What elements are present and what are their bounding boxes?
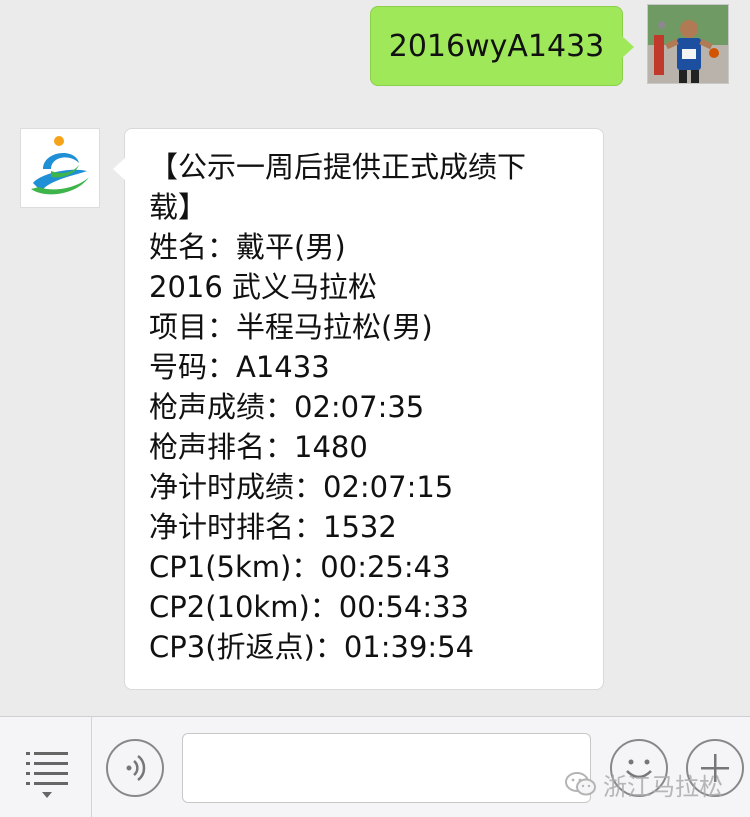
- gun-rank-line: 枪声排名：1480: [149, 430, 368, 464]
- sent-message-text: 2016wyA1433: [388, 28, 605, 64]
- net-rank-line: 净计时排名：1532: [149, 510, 397, 544]
- marathon-logo-icon: [31, 136, 89, 195]
- checkpoint-1-line: CP1(5km)：00:25:43: [149, 550, 451, 584]
- wechat-icon: [565, 772, 596, 796]
- watermark-text: 浙江马拉松: [603, 772, 723, 801]
- voice-icon: [126, 755, 146, 781]
- net-time-line: 净计时成绩：02:07:15: [149, 470, 454, 504]
- race-category-line: 项目：半程马拉松(男): [149, 310, 433, 344]
- user-avatar[interactable]: [647, 4, 729, 84]
- event-name-line: 2016 武义马拉松: [149, 270, 378, 304]
- sent-message-bubble[interactable]: 2016wyA1433: [370, 6, 634, 86]
- checkpoint-2-line: CP2(10km)：00:54:33: [149, 590, 470, 624]
- gun-time-line: 枪声成绩：02:07:35: [149, 390, 425, 424]
- runner-name-line: 姓名：戴平(男): [149, 230, 346, 264]
- runner-photo-icon: [648, 5, 728, 83]
- menu-toggle-button[interactable]: [0, 717, 92, 817]
- watermark: 浙江马拉松: [565, 768, 723, 801]
- checkpoint-3-line: CP3(折返点)：01:39:54: [149, 630, 475, 664]
- received-message-bubble[interactable]: 【公示一周后提供正式成绩下 载】 姓名：戴平(男) 2016 武义马拉松 项目：…: [113, 128, 604, 690]
- result-notice-line-continued: 载】: [149, 190, 208, 224]
- result-notice-line: 【公示一周后提供正式成绩下: [149, 150, 527, 184]
- bib-number-line: 号码：A1433: [149, 350, 330, 384]
- official-account-avatar[interactable]: [20, 128, 100, 208]
- message-input[interactable]: [182, 733, 591, 803]
- voice-button[interactable]: [106, 739, 164, 797]
- menu-list-icon: [26, 752, 68, 798]
